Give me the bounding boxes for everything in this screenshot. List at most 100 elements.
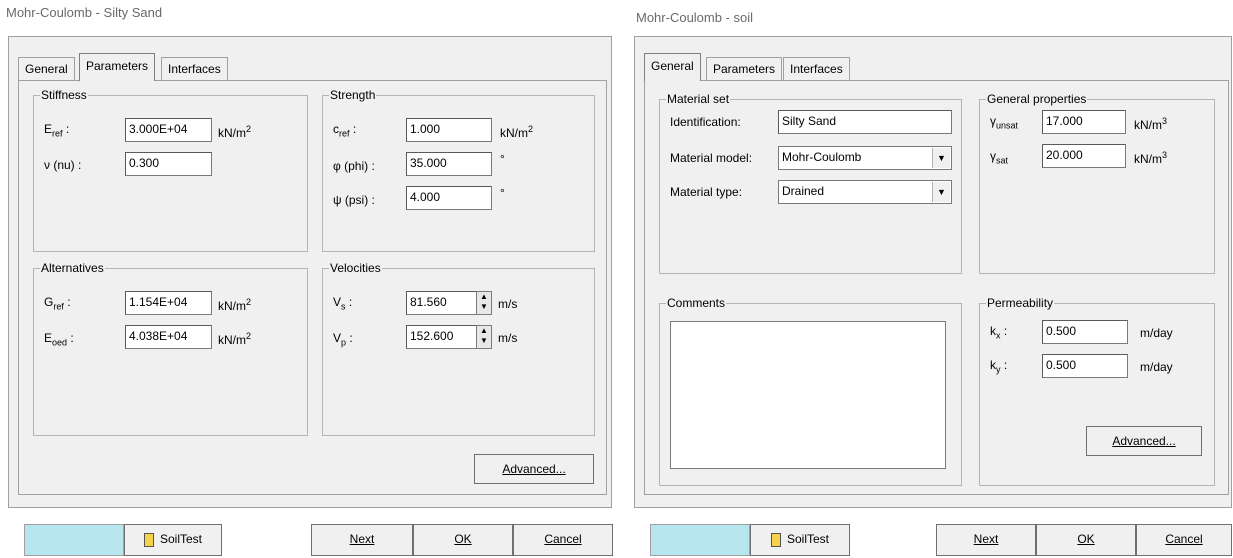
material-set-group: Material set Identification: Silty Sand … [659, 92, 962, 274]
e-ref-symbol: E [44, 122, 53, 136]
e-ref-unit: kN/m2 [218, 124, 251, 140]
e-ref-suffix: : [65, 122, 70, 136]
vp-suffix: : [349, 331, 353, 345]
g-ref-label: Gref : [44, 295, 71, 311]
left-cancel-label: Cancel [544, 532, 582, 546]
right-cancel-button[interactable]: Cancel [1136, 524, 1232, 556]
right-soiltest-button[interactable]: SoilTest [750, 524, 850, 556]
ky-input[interactable]: 0.500 [1042, 354, 1128, 378]
gamma-unsat-subscript: unsat [996, 120, 1019, 131]
vs-suffix: : [348, 295, 353, 309]
c-ref-input[interactable]: 1.000 [406, 118, 492, 142]
psi-input[interactable]: 4.000 [406, 186, 492, 210]
left-tab-body: Stiffness Eref : 3.000E+04 kN/m2 ν (nu) … [18, 80, 607, 495]
g-ref-unit-text: kN/m [218, 299, 246, 313]
right-ok-button[interactable]: OK [1036, 524, 1136, 556]
nu-input[interactable]: 0.300 [125, 152, 212, 176]
left-tab-interfaces[interactable]: Interfaces [161, 57, 228, 81]
permeability-title: Permeability [986, 296, 1055, 310]
left-cyan-button[interactable] [24, 524, 124, 556]
kx-input[interactable]: 0.500 [1042, 320, 1128, 344]
spinner-updown-icon[interactable]: ▲ ▼ [476, 325, 492, 349]
material-set-title: Material set [666, 92, 731, 106]
left-ok-button[interactable]: OK [413, 524, 513, 556]
phi-label: φ (phi) : [333, 159, 375, 173]
psi-label: ψ (psi) : [333, 193, 375, 207]
vp-unit: m/s [498, 331, 518, 345]
e-oed-input[interactable]: 4.038E+04 [125, 325, 212, 349]
strength-group: Strength cref : 1.000 kN/m2 φ (phi) : 35… [322, 88, 595, 252]
right-next-button[interactable]: Next [936, 524, 1036, 556]
right-tab-parameters[interactable]: Parameters [706, 57, 783, 81]
comments-textarea[interactable] [670, 321, 946, 469]
permeability-group: Permeability kx : 0.500 m/day ky : 0.500… [979, 296, 1215, 486]
e-ref-unit-sup: 2 [246, 124, 252, 134]
e-oed-unit-sup: 2 [246, 331, 252, 341]
left-tab-parameters[interactable]: Parameters [79, 53, 156, 81]
right-tab-interfaces[interactable]: Interfaces [783, 57, 850, 81]
vp-symbol: V [333, 331, 342, 345]
left-tab-general[interactable]: General [18, 57, 75, 81]
vs-symbol: V [333, 295, 342, 309]
right-window-title: Mohr-Coulomb - soil [636, 10, 754, 25]
material-model-value: Mohr-Coulomb [782, 150, 862, 164]
vp-subscript: p [341, 337, 347, 348]
left-next-button[interactable]: Next [311, 524, 413, 556]
g-ref-unit-sup: 2 [246, 297, 252, 307]
e-ref-input[interactable]: 3.000E+04 [125, 118, 212, 142]
vs-input[interactable]: 81.560 [406, 291, 477, 315]
right-advanced-button[interactable]: Advanced... [1086, 426, 1202, 456]
vs-label: Vs : [333, 295, 352, 311]
identification-input[interactable]: Silty Sand [778, 110, 952, 134]
c-ref-suffix: : [352, 122, 357, 136]
gamma-sat-subscript: sat [996, 155, 1009, 166]
dropdown-arrow-icon[interactable]: ▼ [932, 148, 950, 168]
g-ref-suffix: : [67, 295, 71, 309]
gamma-sat-unit-sup: 3 [1162, 150, 1168, 160]
right-tab-body: Material set Identification: Silty Sand … [644, 80, 1229, 495]
gamma-unsat-unit-text: kN/m [1134, 118, 1162, 132]
strength-title: Strength [329, 88, 377, 102]
left-cancel-button[interactable]: Cancel [513, 524, 613, 556]
right-cancel-label: Cancel [1165, 532, 1203, 546]
stiffness-group: Stiffness Eref : 3.000E+04 kN/m2 ν (nu) … [33, 88, 308, 252]
e-ref-subscript: ref [52, 128, 63, 139]
right-tab-general[interactable]: General [644, 53, 701, 81]
g-ref-subscript: ref [53, 301, 64, 312]
alternatives-title: Alternatives [40, 261, 105, 275]
soiltest-document-icon [143, 532, 154, 547]
g-ref-unit: kN/m2 [218, 297, 251, 313]
material-type-value: Drained [782, 184, 825, 198]
e-oed-subscript: oed [52, 337, 68, 348]
gamma-sat-input[interactable]: 20.000 [1042, 144, 1126, 168]
right-next-label: Next [973, 532, 999, 546]
material-type-select[interactable]: Drained ▼ [778, 180, 952, 204]
velocities-group: Velocities Vs : 81.560 ▲ ▼ m/s Vp : 152.6… [322, 261, 595, 436]
material-model-select[interactable]: Mohr-Coulomb ▼ [778, 146, 952, 170]
velocities-title: Velocities [329, 261, 382, 275]
left-advanced-button[interactable]: Advanced... [474, 454, 594, 484]
e-ref-unit-text: kN/m [218, 126, 246, 140]
e-oed-symbol: E [44, 331, 53, 345]
comments-title: Comments [666, 296, 727, 310]
spinner-updown-icon[interactable]: ▲ ▼ [476, 291, 492, 315]
phi-input[interactable]: 35.000 [406, 152, 492, 176]
ky-unit: m/day [1140, 360, 1173, 374]
left-next-label: Next [349, 532, 375, 546]
gamma-unsat-input[interactable]: 17.000 [1042, 110, 1126, 134]
dropdown-arrow-icon[interactable]: ▼ [932, 182, 950, 202]
kx-label: kx : [990, 324, 1007, 340]
gamma-sat-unit-text: kN/m [1134, 152, 1162, 166]
e-oed-unit-text: kN/m [218, 333, 246, 347]
gamma-unsat-label: γunsat [990, 114, 1018, 130]
vs-subscript: s [341, 301, 346, 312]
vp-input[interactable]: 152.600 [406, 325, 477, 349]
right-cyan-button[interactable] [650, 524, 750, 556]
left-soiltest-button[interactable]: SoilTest [124, 524, 222, 556]
c-ref-subscript: ref [339, 128, 350, 139]
g-ref-input[interactable]: 1.154E+04 [125, 291, 212, 315]
general-properties-group: General properties γunsat 17.000 kN/m3 γ… [979, 92, 1215, 274]
e-oed-suffix: : [70, 331, 74, 345]
phi-unit: ° [500, 152, 505, 166]
right-dialog-panel: General Parameters Interfaces Material s… [634, 36, 1232, 508]
